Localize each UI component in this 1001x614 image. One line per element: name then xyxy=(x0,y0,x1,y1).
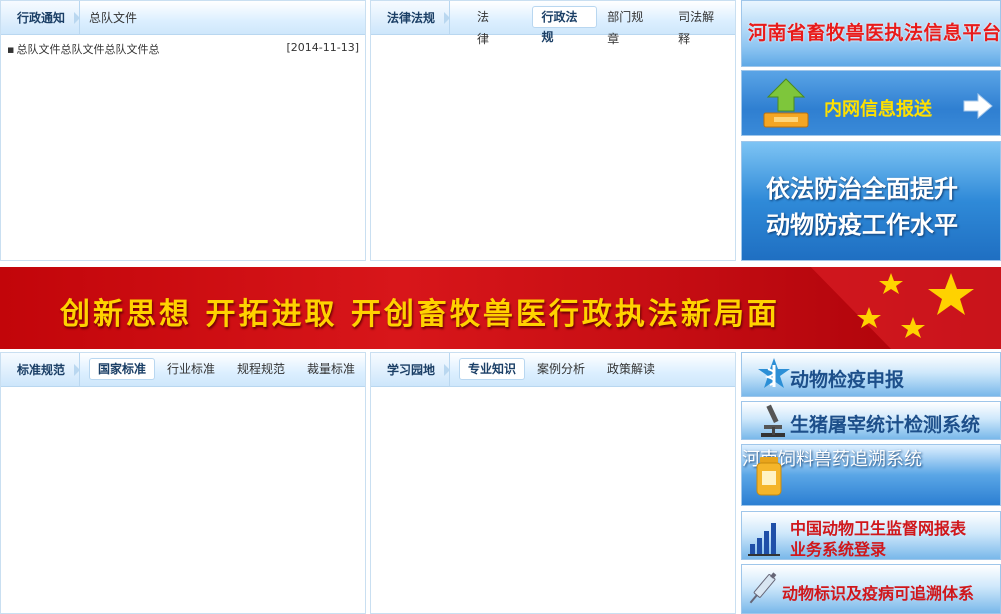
slogan-line-1: 依法防治全面提升 xyxy=(766,175,958,203)
tab-judicial-interpretation[interactable]: 司法解释 xyxy=(670,6,733,46)
laws-title: 法律法规 xyxy=(371,1,451,34)
report-line-2: 业务系统登录 xyxy=(790,540,887,559)
list-item[interactable]: ▪ 总队文件总队文件总队文件总 [2014-11-13] xyxy=(7,41,359,57)
microscope-icon xyxy=(761,404,785,437)
study-panel: 学习园地 专业知识 案例分析 政策解读 xyxy=(370,352,736,614)
news-date: [2014-11-13] xyxy=(286,41,359,54)
report-label: 中国动物卫生监督网报表 业务系统登录 xyxy=(790,518,967,559)
admin-notice-panel: 行政通知 总队文件 ▪ 总队文件总队文件总队文件总 [2014-11-13] xyxy=(0,0,366,261)
tab-professional-knowledge[interactable]: 专业知识 xyxy=(459,358,526,380)
red-slogan-banner: 创新思想 开拓进取 开创畜牧兽医行政执法新局面 xyxy=(0,267,1001,349)
intranet-report-button[interactable]: 内网信息报送 xyxy=(741,70,1001,136)
admin-notice-title: 行政通知 xyxy=(1,1,81,34)
laws-panel: 法律法规 法律 行政法规 部门规章 司法解释 xyxy=(370,0,736,261)
tab-national-standard[interactable]: 国家标准 xyxy=(89,358,155,380)
study-header: 学习园地 专业知识 案例分析 政策解读 xyxy=(371,353,735,387)
standards-panel: 标准规范 国家标准 行业标准 规程规范 裁量标准 xyxy=(0,352,366,614)
study-title: 学习园地 xyxy=(371,353,451,386)
tab-team-docs[interactable]: 总队文件 xyxy=(89,9,137,26)
animal-health-report-button[interactable]: 中国动物卫生监督网报表 业务系统登录 xyxy=(741,511,1001,560)
standards-title: 标准规范 xyxy=(1,353,81,386)
id-trace-label: 动物标识及疫病可追溯体系 xyxy=(782,584,975,603)
tab-industry-standard[interactable]: 行业标准 xyxy=(159,358,223,380)
tab-law[interactable]: 法律 xyxy=(469,6,508,46)
tab-discretion-standard[interactable]: 裁量标准 xyxy=(299,358,363,380)
flag-stars-decoration xyxy=(810,267,1001,349)
intranet-label: 内网信息报送 xyxy=(824,99,932,120)
tab-dept-rules[interactable]: 部门规章 xyxy=(599,6,662,46)
admin-notice-header: 行政通知 总队文件 xyxy=(1,1,365,35)
pig-system-label: 生猪屠宰统计检测系统 xyxy=(790,414,981,436)
arrow-right-icon xyxy=(963,93,993,119)
slogan-line-2: 动物防疫工作水平 xyxy=(766,211,958,239)
upload-icon xyxy=(763,78,809,128)
tab-policy-interpretation[interactable]: 政策解读 xyxy=(599,358,663,380)
tab-procedure-spec[interactable]: 规程规范 xyxy=(229,358,293,380)
quarantine-label: 动物检疫申报 xyxy=(790,369,905,391)
bar-chart-icon xyxy=(748,523,780,556)
tab-admin-regulations[interactable]: 行政法规 xyxy=(532,6,598,44)
animal-id-trace-button[interactable]: 动物标识及疫病可追溯体系 xyxy=(741,564,1001,614)
quarantine-declare-button[interactable]: 动物检疫申报 xyxy=(741,352,1001,397)
report-line-1: 中国动物卫生监督网报表 xyxy=(790,519,967,538)
news-link[interactable]: 总队文件总队文件总队文件总 xyxy=(16,43,159,56)
platform-title: 河南省畜牧兽医执法信息平台 xyxy=(748,22,1001,44)
bullet-icon: ▪ xyxy=(7,43,15,56)
syringe-icon xyxy=(749,572,777,604)
epidemic-slogan-banner[interactable]: 依法防治全面提升 动物防疫工作水平 xyxy=(741,141,1001,261)
standards-header: 标准规范 国家标准 行业标准 规程规范 裁量标准 xyxy=(1,353,365,387)
banner-slogan: 创新思想 开拓进取 开创畜牧兽医行政执法新局面 xyxy=(60,297,780,332)
tab-case-analysis[interactable]: 案例分析 xyxy=(529,358,593,380)
platform-banner[interactable]: 河南省畜牧兽医执法信息平台 xyxy=(741,0,1001,67)
feed-drug-trace-button[interactable]: 河南饲料兽药追溯系统 xyxy=(741,444,1001,506)
medicine-bottle-icon xyxy=(756,457,782,496)
medical-caduceus-icon xyxy=(758,358,790,388)
pig-slaughter-system-button[interactable]: 生猪屠宰统计检测系统 xyxy=(741,401,1001,440)
laws-header: 法律法规 法律 行政法规 部门规章 司法解释 xyxy=(371,1,735,46)
